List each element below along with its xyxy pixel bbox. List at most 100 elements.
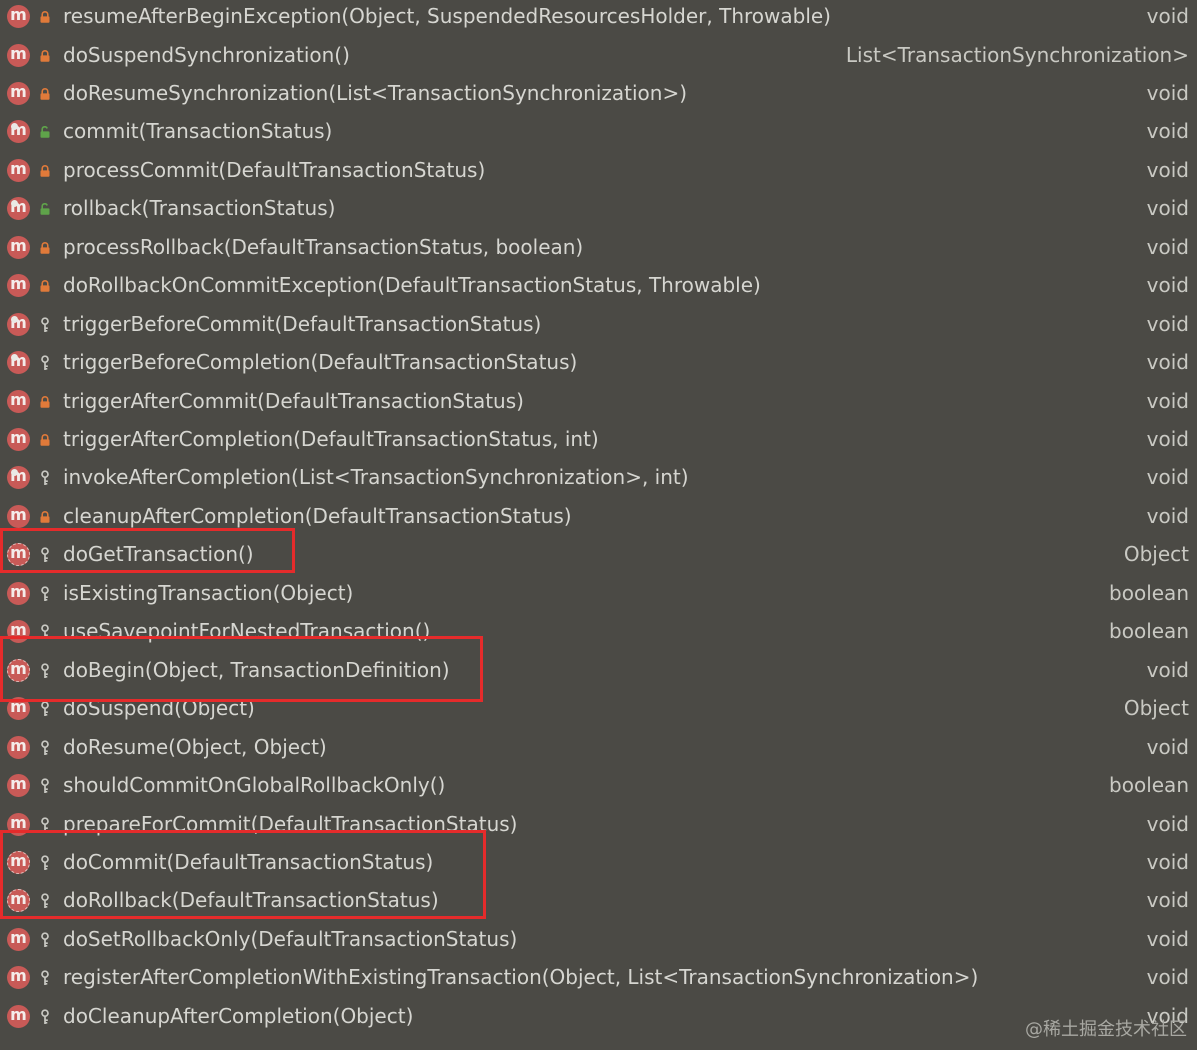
method-return-type: void [1146, 427, 1189, 451]
method-return-type: void [1146, 965, 1189, 990]
method-return-type: void [1146, 849, 1189, 874]
abstract-method-icon: m [7, 658, 30, 682]
method-return-type: void [1146, 657, 1189, 682]
key-icon [41, 624, 49, 640]
method-row-process-commit[interactable]: m processCommit(DefaultTransactionStatus)… [0, 152, 1197, 190]
method-row-do-suspend[interactable]: m doSuspend(Object) Object [0, 690, 1197, 728]
method-icon: m [7, 620, 30, 644]
method-signature: triggerAfterCommit(DefaultTransactionSta… [63, 388, 524, 413]
method-signature: registerAfterCompletionWithExistingTrans… [63, 965, 979, 990]
method-row-resume-after-begin-exception[interactable]: m resumeAfterBeginException(Object, Suspe… [0, 0, 1197, 36]
method-row-process-rollback[interactable]: m processRollback(DefaultTransactionStatu… [0, 229, 1197, 267]
method-row-trigger-after-commit[interactable]: m triggerAfterCommit(DefaultTransactionSt… [0, 383, 1197, 421]
method-return-type: void [1146, 234, 1189, 259]
method-return-type: void [1146, 273, 1189, 298]
method-icon-letter: m [10, 889, 27, 909]
key-icon [41, 547, 49, 563]
method-row-trigger-after-completion[interactable]: m triggerAfterCompletion(DefaultTransacti… [0, 421, 1197, 459]
method-icon: m [7, 235, 30, 259]
watermark: @稀土掘金技术社区 [1025, 1019, 1187, 1040]
structure-method-list: m resumeAfterBeginException(Object, Suspe… [0, 0, 1197, 1050]
method-icon-letter: m [10, 850, 27, 870]
method-signature: isExistingTransaction(Object) [63, 580, 354, 605]
method-row-trigger-before-completion[interactable]: m triggerBeforeCompletion(DefaultTransact… [0, 344, 1197, 382]
method-return-type: Object [1123, 696, 1189, 721]
method-icon-letter: m [10, 812, 27, 832]
lock-icon [40, 87, 50, 100]
method-return-type: void [1146, 465, 1189, 490]
method-row-do-suspend-synchronization[interactable]: m doSuspendSynchronization() List<Transact… [0, 37, 1197, 75]
method-signature: doCleanupAfterCompletion(Object) [63, 1003, 414, 1028]
method-row-prepare-for-commit[interactable]: m prepareForCommit(DefaultTransactionStat… [0, 806, 1197, 844]
method-row-register-after-completion-with-existing-transaction[interactable]: m registerAfterCompletionWithExistingTran… [0, 959, 1197, 997]
method-return-type: void [1146, 119, 1189, 144]
method-return-type: void [1146, 926, 1189, 951]
method-row-do-rollback[interactable]: m doRollback(DefaultTransactionStatus) voi… [0, 882, 1197, 920]
method-icon: m [7, 81, 30, 105]
method-row-commit[interactable]: m commit(TransactionStatus) void [0, 113, 1197, 151]
method-return-type: void [1146, 888, 1189, 913]
method-signature: prepareForCommit(DefaultTransactionStatu… [63, 811, 518, 836]
method-icon-letter: m [10, 81, 27, 101]
method-signature: commit(TransactionStatus) [63, 119, 333, 144]
key-icon [41, 932, 49, 947]
method-row-should-commit-on-global-rollback-only[interactable]: m shouldCommitOnGlobalRollbackOnly() boole… [0, 767, 1197, 805]
method-icon: m [7, 735, 30, 759]
method-signature: doResume(Object, Object) [63, 734, 327, 759]
method-signature: rollback(TransactionStatus) [63, 196, 336, 221]
method-row-do-resume-synchronization[interactable]: m doResumeSynchronization(List<Transactio… [0, 75, 1197, 113]
method-signature: processCommit(DefaultTransactionStatus) [63, 157, 486, 182]
method-icon-letter: m [10, 389, 27, 409]
method-row-do-begin[interactable]: m doBegin(Object, TransactionDefinition) v… [0, 652, 1197, 690]
method-icon-letter: m [10, 658, 27, 678]
method-signature: doSuspendSynchronization() [63, 42, 350, 67]
method-signature: triggerBeforeCompletion(DefaultTransacti… [63, 350, 578, 375]
method-row-do-cleanup-after-completion[interactable]: m doCleanupAfterCompletion(Object) void [0, 998, 1197, 1036]
method-row-do-resume[interactable]: m doResume(Object, Object) void [0, 729, 1197, 767]
key-icon [41, 855, 49, 870]
method-row-trigger-before-commit[interactable]: m triggerBeforeCommit(DefaultTransactionS… [0, 306, 1197, 344]
key-icon [41, 1009, 49, 1024]
method-icon: m [7, 812, 30, 836]
method-icon: m [7, 466, 30, 490]
method-icon: m [7, 120, 30, 144]
key-icon [41, 970, 49, 986]
method-icon-letter: m [10, 697, 27, 717]
method-icon-letter: m [10, 158, 27, 178]
method-row-invoke-after-completion[interactable]: m invokeAfterCompletion(List<TransactionS… [0, 459, 1197, 497]
method-icon: m [7, 274, 30, 298]
method-signature: shouldCommitOnGlobalRollbackOnly() [63, 773, 446, 797]
method-row-is-existing-transaction[interactable]: m isExistingTransaction(Object) boolean [0, 575, 1197, 613]
method-signature: doRollbackOnCommitException(DefaultTrans… [63, 273, 761, 298]
key-icon [41, 816, 49, 832]
method-icon: m [7, 774, 30, 797]
method-row-cleanup-after-completion[interactable]: m cleanupAfterCompletion(DefaultTransacti… [0, 498, 1197, 536]
abstract-method-icon: m [7, 543, 30, 567]
method-icon-letter: m [10, 927, 27, 947]
method-row-do-get-transaction[interactable]: m doGetTransaction() Object [0, 536, 1197, 574]
lock-icon [40, 11, 50, 23]
method-return-type: void [1146, 503, 1189, 528]
method-signature: doGetTransaction() [63, 542, 254, 567]
method-icon-letter: m [10, 620, 27, 640]
key-icon [41, 778, 49, 793]
key-icon [41, 739, 49, 755]
method-row-use-savepoint-for-nested-transaction[interactable]: m useSavepointForNestedTransaction() boole… [0, 613, 1197, 651]
key-icon [41, 316, 49, 332]
lock-icon [40, 49, 50, 62]
key-icon [41, 701, 49, 717]
method-icon-letter: m [10, 774, 27, 793]
method-return-type: void [1146, 811, 1189, 836]
method-signature: useSavepointForNestedTransaction() [63, 619, 431, 644]
method-return-type: void [1146, 350, 1189, 375]
method-row-do-commit[interactable]: m doCommit(DefaultTransactionStatus) void [0, 844, 1197, 882]
method-icon-letter: m [10, 966, 27, 986]
method-signature: invokeAfterCompletion(List<TransactionSy… [63, 465, 689, 490]
method-row-rollback[interactable]: m rollback(TransactionStatus) void [0, 190, 1197, 228]
method-row-do-rollback-on-commit-exception[interactable]: m doRollbackOnCommitException(DefaultTran… [0, 267, 1197, 305]
override-badge-icon [11, 315, 18, 323]
key-icon [41, 893, 49, 909]
method-row-do-set-rollback-only[interactable]: m doSetRollbackOnly(DefaultTransactionSta… [0, 921, 1197, 959]
method-icon: m [7, 351, 30, 375]
method-icon: m [7, 43, 30, 67]
